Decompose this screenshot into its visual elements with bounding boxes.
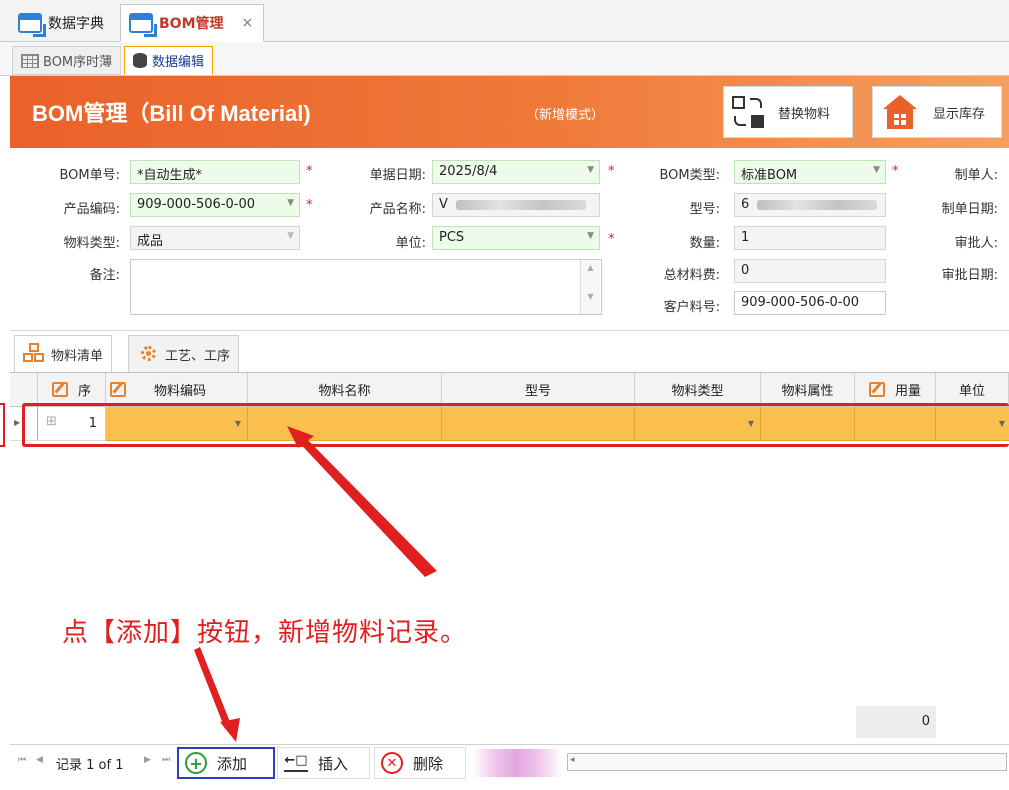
add-button[interactable]: + 添加 bbox=[177, 747, 275, 779]
record-indicator: 记录 1 of 1 bbox=[56, 758, 124, 773]
insert-button[interactable]: ←□ 插入 bbox=[277, 747, 370, 779]
last-record-icon[interactable]: ⏭ bbox=[162, 755, 170, 765]
grid-navigator: ⏮ ◀ 记录 1 of 1 ▶ ⏭ + 添加 ←□ 插入 ✕ 删除 ◂ bbox=[10, 744, 1009, 780]
delete-button[interactable]: ✕ 删除 bbox=[374, 747, 466, 779]
horizontal-scrollbar[interactable]: ◂ bbox=[567, 753, 1007, 771]
annotation-arrows bbox=[194, 426, 437, 742]
button-label: 添加 bbox=[217, 754, 248, 773]
arrow-to-add-head bbox=[220, 718, 240, 742]
arrow-to-row-shaft bbox=[294, 432, 437, 577]
annotation-text: 点【添加】按钮，新增物料记录。 bbox=[62, 618, 468, 648]
button-label: 删除 bbox=[413, 754, 444, 773]
redacted-blur bbox=[472, 749, 562, 777]
button-label: 插入 bbox=[318, 754, 349, 773]
delete-circle-icon: ✕ bbox=[381, 752, 403, 774]
arrow-to-add-shaft bbox=[194, 647, 232, 729]
prev-record-icon[interactable]: ◀ bbox=[36, 755, 43, 765]
plus-circle-icon: + bbox=[185, 752, 207, 774]
scroll-left-icon[interactable]: ◂ bbox=[570, 755, 575, 765]
first-record-icon[interactable]: ⏮ bbox=[18, 755, 26, 765]
next-record-icon[interactable]: ▶ bbox=[144, 755, 151, 765]
insert-row-icon: ←□ bbox=[284, 754, 308, 772]
